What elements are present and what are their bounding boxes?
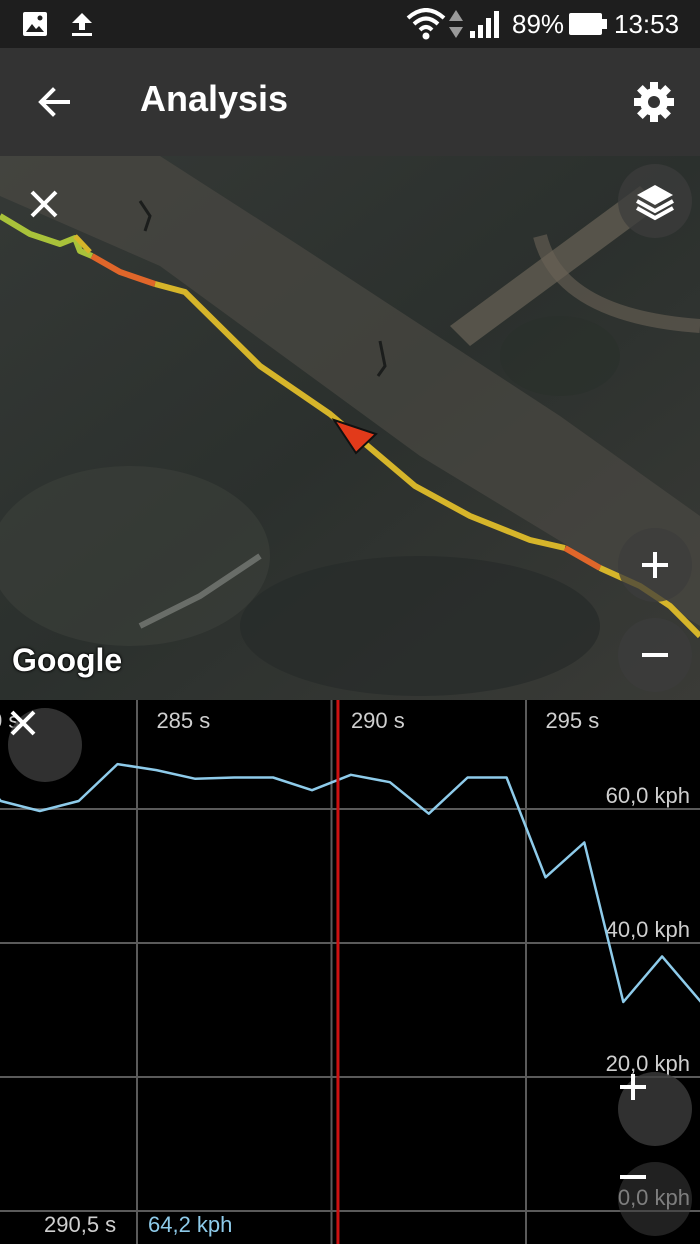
app-bar: Analysis xyxy=(0,48,700,156)
arrow-left-icon xyxy=(38,87,70,117)
chart-zoom-in-button[interactable] xyxy=(618,1072,692,1146)
status-bar: 89% 13:53 xyxy=(0,0,700,48)
image-icon xyxy=(22,0,48,48)
gear-icon xyxy=(634,82,674,122)
page-title: Analysis xyxy=(140,78,289,119)
y-tick-label: 40,0 kph xyxy=(606,917,690,942)
x-tick-label: 290 s xyxy=(351,708,405,733)
battery-icon xyxy=(568,0,608,48)
google-attribution: Google xyxy=(12,642,123,678)
map-layers-button[interactable] xyxy=(618,164,692,238)
data-arrows-icon xyxy=(448,0,464,48)
wifi-icon xyxy=(406,0,446,48)
zoom-out-icon xyxy=(620,1175,646,1179)
signal-icon xyxy=(468,0,502,48)
chart-canvas: 0 s285 s290 s295 s0,0 kph20,0 kph40,0 kp… xyxy=(0,700,700,1244)
close-icon xyxy=(10,710,36,736)
back-button[interactable] xyxy=(26,74,82,130)
clock: 13:53 xyxy=(614,8,680,39)
close-icon xyxy=(30,190,58,218)
satellite-map[interactable]: Google xyxy=(0,156,700,700)
zoom-in-icon xyxy=(620,1074,646,1100)
chart-zoom-out-button[interactable] xyxy=(618,1162,692,1236)
zoom-out-icon xyxy=(642,653,668,657)
x-tick-label: 295 s xyxy=(545,708,599,733)
upload-icon xyxy=(70,0,94,48)
y-tick-label: 60,0 kph xyxy=(606,783,690,808)
x-tick-label: 285 s xyxy=(156,708,210,733)
zoom-in-icon xyxy=(642,552,668,578)
settings-button[interactable] xyxy=(626,74,682,130)
map-zoom-out-button[interactable] xyxy=(618,618,692,692)
chart-close-button[interactable] xyxy=(8,708,82,782)
battery-percent: 89% xyxy=(512,8,565,39)
speed-series-line xyxy=(0,762,700,1004)
map-zoom-in-button[interactable] xyxy=(618,528,692,602)
layers-icon xyxy=(636,185,674,221)
speed-chart[interactable]: 0 s285 s290 s295 s0,0 kph20,0 kph40,0 kp… xyxy=(0,700,700,1244)
map-close-button[interactable] xyxy=(20,180,68,228)
cursor-speed-readout: 64,2 kph xyxy=(148,1212,233,1237)
cursor-time-readout: 290,5 s xyxy=(44,1212,117,1237)
map-imagery xyxy=(0,156,700,700)
